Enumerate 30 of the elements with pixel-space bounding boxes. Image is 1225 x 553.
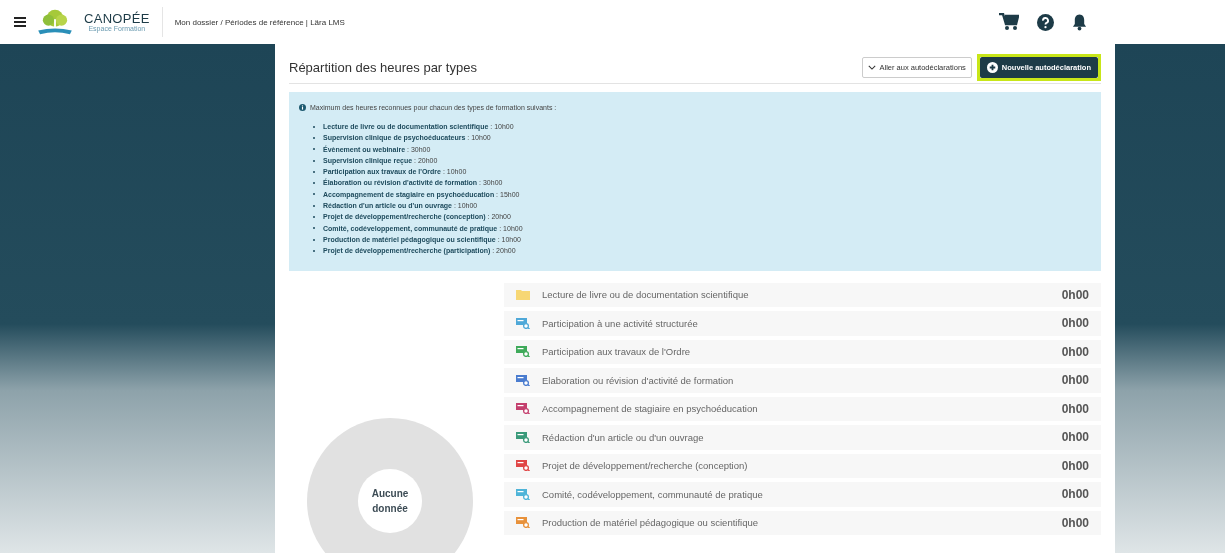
section-title: Répartition des heures par types [289, 60, 477, 75]
tree-logo-icon [36, 8, 74, 36]
help-icon[interactable] [1037, 13, 1054, 31]
breadcrumb: Mon dossier / Périodes de référence | Lära LMS [174, 17, 345, 27]
type-total: 0h00 [1061, 515, 1089, 530]
type-label: Comité, codéveloppement, communauté de pratique [542, 488, 764, 500]
type-label: Participation à une activité structurée [542, 317, 699, 329]
type-label: Participation aux travaux de l'Ordre [542, 346, 692, 358]
bell-icon[interactable] [1072, 13, 1087, 31]
logo-name: CANOPÉE [84, 12, 150, 25]
type-label: Rédaction d'un article ou d'un ouvrage [542, 431, 705, 443]
type-label: Elaboration ou révision d'activité de formation [542, 374, 735, 386]
type-label: Projet de développement/recherche (conception) [542, 460, 749, 472]
info-icon [299, 104, 306, 111]
type-label: Lecture de livre ou de documentation scientifique [542, 289, 750, 301]
type-total: 0h00 [1061, 373, 1089, 388]
menu-icon[interactable] [14, 17, 26, 27]
type-total: 0h00 [1061, 430, 1089, 445]
type-total: 0h00 [1061, 487, 1089, 502]
type-total: 0h00 [1061, 401, 1089, 416]
type-total: 0h00 [1061, 458, 1089, 473]
chevron-down-icon [867, 65, 876, 70]
type-total: 0h00 [1061, 316, 1089, 331]
type-total: 0h00 [1061, 287, 1089, 302]
cart-icon[interactable] [999, 13, 1019, 31]
type-label: Production de matériel pédagogique ou scientifique [542, 517, 759, 529]
type-total: 0h00 [1061, 344, 1089, 359]
no-data-label: Aucune donnée [370, 486, 410, 516]
plus-circle-icon [986, 62, 998, 73]
type-label: Accompagnement de stagiaire en psychoéducation [542, 403, 759, 415]
